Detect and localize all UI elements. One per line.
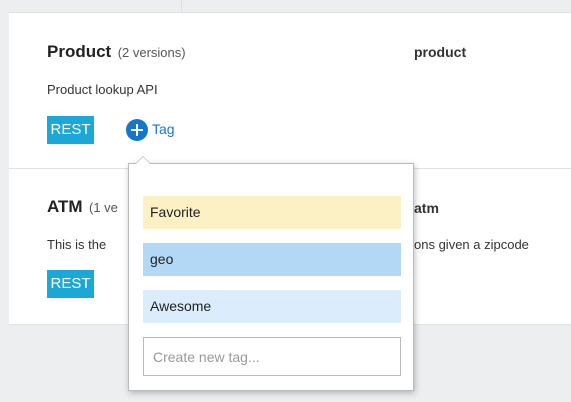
new-tag-input[interactable]: [143, 337, 401, 376]
tag-option-favorite[interactable]: Favorite: [143, 196, 401, 229]
api-title-row: ATM (1 ve: [47, 197, 118, 217]
api-description-end: ons given a zipcode: [414, 237, 529, 252]
api-id: product: [414, 44, 467, 60]
popover-caret-inner: [136, 157, 150, 164]
api-description-start: This is the: [47, 237, 107, 252]
api-name[interactable]: ATM: [47, 197, 83, 216]
tag-popover: Favorite geo Awesome: [128, 156, 414, 391]
rest-badge: REST: [47, 270, 94, 298]
api-description: Product lookup API: [47, 82, 158, 97]
api-version-count: (2 versions): [117, 45, 186, 60]
tag-option-geo[interactable]: geo: [143, 243, 401, 276]
api-id: atm: [414, 200, 439, 216]
api-card-product[interactable]: Product (2 versions) product Product loo…: [9, 12, 571, 169]
api-title-row: Product (2 versions): [47, 42, 186, 62]
api-name[interactable]: Product: [47, 42, 111, 61]
plus-circle-icon[interactable]: [126, 119, 148, 141]
top-strip: [0, 0, 571, 12]
top-divider: [181, 0, 182, 12]
tag-option-awesome[interactable]: Awesome: [143, 290, 401, 323]
add-tag-label[interactable]: Tag: [152, 121, 175, 137]
rest-badge: REST: [47, 116, 94, 144]
api-version-count: (1 ve: [89, 200, 118, 215]
